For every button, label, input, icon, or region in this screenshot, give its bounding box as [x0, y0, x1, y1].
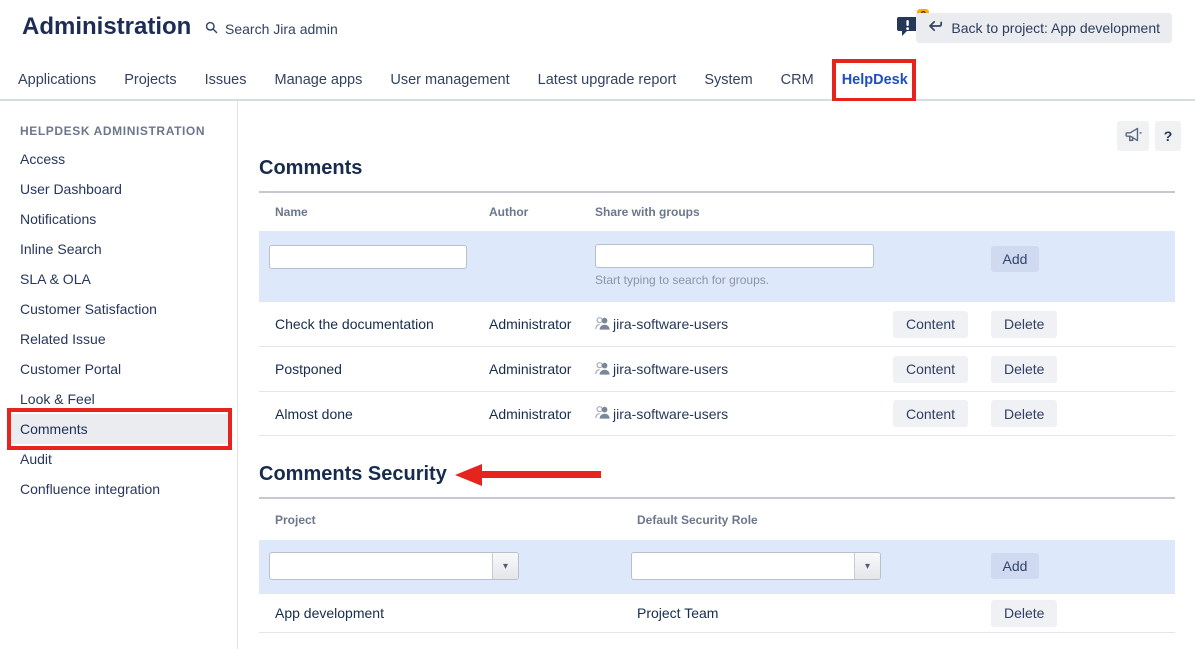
content-button[interactable]: Content	[893, 311, 968, 338]
content-button[interactable]: Content	[893, 356, 968, 383]
comment-row: Almost done Administrator jira-software-…	[259, 391, 1175, 436]
content-button[interactable]: Content	[893, 400, 968, 427]
tab-user-management[interactable]: User management	[390, 72, 509, 88]
admin-tabbar: Applications Projects Issues Manage apps…	[0, 61, 1195, 101]
comment-author: Administrator	[481, 361, 587, 377]
security-role-select[interactable]: ▾	[631, 552, 881, 580]
delete-button[interactable]: Delete	[991, 311, 1057, 338]
comment-row: Postponed Administrator jira-software-us…	[259, 346, 1175, 391]
comments-add-button[interactable]: Add	[991, 246, 1039, 272]
tab-issues[interactable]: Issues	[205, 72, 247, 88]
comments-security-heading-wrap: Comments Security	[259, 463, 1175, 486]
megaphone-icon	[1124, 126, 1143, 146]
group-search-helper-text: Start typing to search for groups.	[595, 273, 893, 287]
delete-button[interactable]: Delete	[991, 600, 1057, 627]
sidebar-item-customer-satisfaction[interactable]: Customer Satisfaction	[0, 294, 237, 324]
security-add-row: ▾ ▾ Add	[259, 540, 1175, 593]
sidebar-item-customer-portal[interactable]: Customer Portal	[0, 354, 237, 384]
announcements-button[interactable]	[1117, 121, 1149, 151]
sidebar-item-user-dashboard[interactable]: User Dashboard	[0, 174, 237, 204]
comments-add-row: Start typing to search for groups. Add	[259, 231, 1175, 301]
delete-button[interactable]: Delete	[991, 400, 1057, 427]
column-header-author: Author	[481, 205, 587, 219]
arrow-bar	[482, 471, 601, 478]
main-content: ? Comments Name Author Share with groups…	[239, 101, 1195, 649]
group-icon	[595, 361, 611, 378]
chevron-down-icon[interactable]: ▾	[854, 553, 880, 579]
search-icon	[205, 21, 218, 37]
share-groups-input[interactable]	[595, 244, 874, 268]
comment-group: jira-software-users	[613, 406, 728, 422]
comment-author: Administrator	[481, 316, 587, 332]
security-role: Project Team	[621, 605, 987, 621]
sidebar-item-access[interactable]: Access	[0, 144, 237, 174]
help-button[interactable]: ?	[1155, 121, 1181, 151]
sidebar-item-inline-search[interactable]: Inline Search	[0, 234, 237, 264]
comment-group: jira-software-users	[613, 361, 728, 377]
project-select-value	[270, 553, 492, 579]
column-header-project: Project	[259, 513, 621, 527]
comment-group: jira-software-users	[613, 316, 728, 332]
security-project: App development	[259, 605, 621, 621]
back-button-label: Back to project: App development	[951, 20, 1160, 36]
security-row: App development Project Team Delete	[259, 593, 1175, 633]
sidebar-item-related-issue[interactable]: Related Issue	[0, 324, 237, 354]
tab-projects[interactable]: Projects	[124, 72, 176, 88]
sidebar-item-audit[interactable]: Audit	[0, 444, 237, 474]
column-header-role: Default Security Role	[621, 513, 987, 527]
search-label: Search Jira admin	[225, 21, 338, 37]
tab-manage-apps[interactable]: Manage apps	[275, 72, 363, 88]
tab-crm[interactable]: CRM	[781, 72, 814, 88]
tab-helpdesk-label: HelpDesk	[842, 72, 908, 88]
security-table-header: Project Default Security Role	[259, 499, 1175, 540]
return-arrow-icon	[928, 20, 943, 36]
tab-helpdesk[interactable]: HelpDesk	[842, 72, 908, 88]
tab-applications[interactable]: Applications	[18, 72, 96, 88]
arrow-head	[455, 464, 482, 486]
comments-table-header: Name Author Share with groups	[259, 193, 1175, 231]
column-header-name: Name	[259, 205, 481, 219]
comments-security-section-title: Comments Security	[259, 463, 447, 486]
sidebar-item-confluence-integration[interactable]: Confluence integration	[0, 474, 237, 504]
sidebar-item-comments-label: Comments	[20, 421, 88, 437]
comment-name-input[interactable]	[269, 245, 467, 269]
comment-row: Check the documentation Administrator ji…	[259, 301, 1175, 346]
sidebar-item-comments[interactable]: Comments	[11, 414, 228, 444]
content-area: Comments Name Author Share with groups S…	[239, 157, 1195, 633]
sidebar-item-notifications[interactable]: Notifications	[0, 204, 237, 234]
tab-system[interactable]: System	[704, 72, 752, 88]
red-annotation-arrow	[455, 464, 601, 486]
helpdesk-admin-sidebar: HELPDESK ADMINISTRATION Access User Dash…	[0, 101, 238, 649]
header: Administration Search Jira admin 2 Back …	[0, 0, 1195, 61]
security-add-button[interactable]: Add	[991, 553, 1039, 579]
delete-button[interactable]: Delete	[991, 356, 1057, 383]
chevron-down-icon[interactable]: ▾	[492, 553, 518, 579]
comment-author: Administrator	[481, 406, 587, 422]
sidebar-item-look-feel[interactable]: Look & Feel	[0, 384, 237, 414]
security-role-select-value	[632, 553, 854, 579]
comment-name: Almost done	[259, 406, 481, 422]
project-select[interactable]: ▾	[269, 552, 519, 580]
page-title: Administration	[22, 13, 191, 41]
comment-name: Postponed	[259, 361, 481, 377]
comment-name: Check the documentation	[259, 316, 481, 332]
admin-search[interactable]: Search Jira admin	[205, 21, 338, 37]
tab-latest-upgrade-report[interactable]: Latest upgrade report	[538, 72, 677, 88]
sidebar-item-sla-ola[interactable]: SLA & OLA	[0, 264, 237, 294]
page-toolbar: ?	[1117, 121, 1181, 151]
group-icon	[595, 316, 611, 333]
question-mark-icon: ?	[1164, 128, 1173, 144]
column-header-share: Share with groups	[587, 205, 893, 219]
sidebar-section-title: HELPDESK ADMINISTRATION	[20, 124, 237, 138]
administration-page: Administration Search Jira admin 2 Back …	[0, 0, 1195, 649]
back-to-project-button[interactable]: Back to project: App development	[916, 13, 1172, 43]
group-icon	[595, 405, 611, 422]
comments-section-title: Comments	[259, 157, 1175, 180]
